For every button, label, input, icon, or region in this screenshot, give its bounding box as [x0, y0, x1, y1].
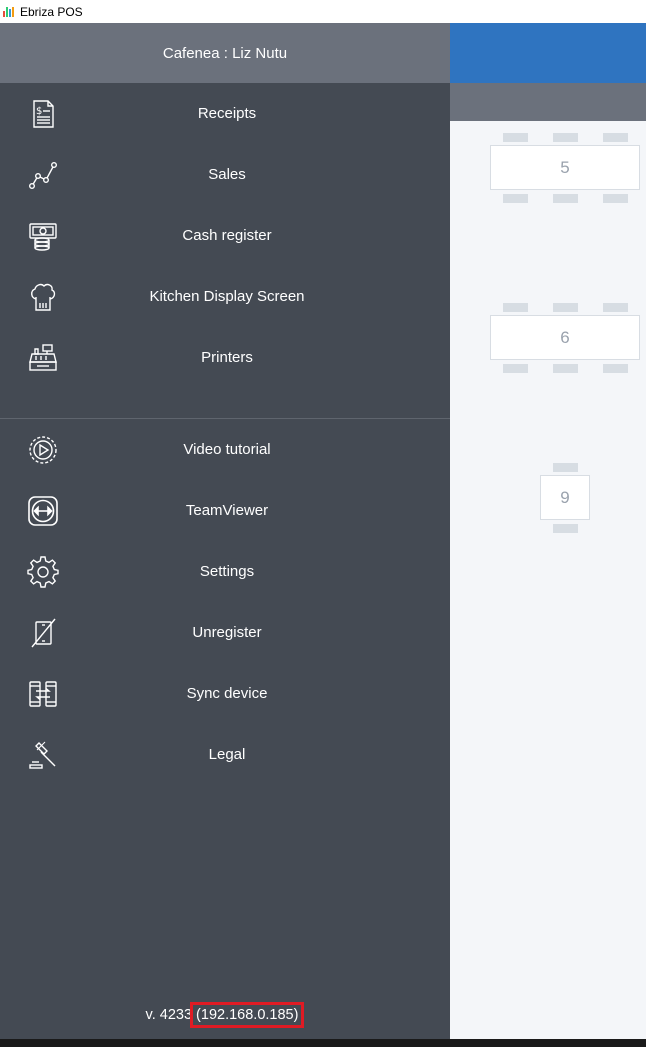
printer-icon	[26, 341, 60, 375]
window-title: Ebriza POS	[20, 4, 83, 19]
chair	[603, 303, 628, 312]
play-circle-icon	[26, 433, 60, 467]
app-logo-icon	[3, 6, 14, 17]
menu-label: Printers	[201, 349, 253, 366]
menu-item-receipts[interactable]: $ Receipts	[0, 83, 450, 144]
menu-label: Unregister	[192, 624, 262, 641]
floor-header-bar	[450, 23, 646, 83]
svg-text:$: $	[36, 106, 42, 117]
side-drawer: Cafenea : Liz Nutu $ Receipts Sales Cash…	[0, 23, 450, 1039]
taskbar-edge	[0, 1039, 646, 1047]
menu-label: Video tutorial	[183, 441, 271, 458]
menu-item-teamviewer[interactable]: TeamViewer	[0, 480, 450, 541]
menu-label: Legal	[208, 746, 246, 763]
table-5[interactable]: 5	[490, 145, 640, 190]
location-header: Cafenea : Liz Nutu	[0, 23, 450, 83]
menu-item-kitchen-display[interactable]: Kitchen Display Screen	[0, 266, 450, 327]
menu-item-video-tutorial[interactable]: Video tutorial	[0, 419, 450, 480]
gear-icon	[26, 555, 60, 589]
menu-item-legal[interactable]: Legal	[0, 724, 450, 785]
chair	[503, 364, 528, 373]
menu-item-sales[interactable]: Sales	[0, 144, 450, 205]
line-chart-icon	[26, 158, 60, 192]
menu-label: Settings	[199, 563, 255, 580]
chair	[553, 133, 578, 142]
menu-item-printers[interactable]: Printers	[0, 327, 450, 388]
menu-item-sync-device[interactable]: Sync device	[0, 663, 450, 724]
menu-label: TeamViewer	[185, 502, 269, 519]
menu-label: Sync device	[186, 685, 268, 702]
chair	[553, 303, 578, 312]
chair	[553, 364, 578, 373]
chef-hat-icon	[26, 280, 60, 314]
chair	[503, 133, 528, 142]
menu-label: Receipts	[197, 105, 257, 122]
chair	[503, 303, 528, 312]
chair	[553, 524, 578, 533]
chair	[553, 463, 578, 472]
ip-address-highlight: (192.168.0.185)	[190, 1002, 305, 1028]
teamviewer-icon	[26, 494, 60, 528]
table-9[interactable]: 9	[540, 475, 590, 520]
window-title-bar: Ebriza POS	[0, 0, 646, 23]
gavel-icon	[26, 738, 60, 772]
chair	[603, 133, 628, 142]
cash-register-icon	[26, 219, 60, 253]
version-info: v. 4233 (192.168.0.185)	[0, 999, 450, 1031]
menu-label: Cash register	[182, 227, 272, 244]
floor-plan: 5 6 9	[450, 23, 646, 1039]
menu-label: Sales	[208, 166, 246, 183]
table-6[interactable]: 6	[490, 315, 640, 360]
chair	[503, 194, 528, 203]
chair	[603, 364, 628, 373]
unregister-device-icon	[26, 616, 60, 650]
menu-item-settings[interactable]: Settings	[0, 541, 450, 602]
sync-device-icon	[26, 677, 60, 711]
menu-item-unregister[interactable]: Unregister	[0, 602, 450, 663]
chair	[553, 194, 578, 203]
chair	[603, 194, 628, 203]
receipt-icon: $	[26, 97, 60, 131]
floor-subheader-bar	[450, 83, 646, 121]
menu-item-cash-register[interactable]: Cash register	[0, 205, 450, 266]
version-number: v. 4233	[145, 1007, 193, 1023]
menu-label: Kitchen Display Screen	[149, 288, 305, 305]
